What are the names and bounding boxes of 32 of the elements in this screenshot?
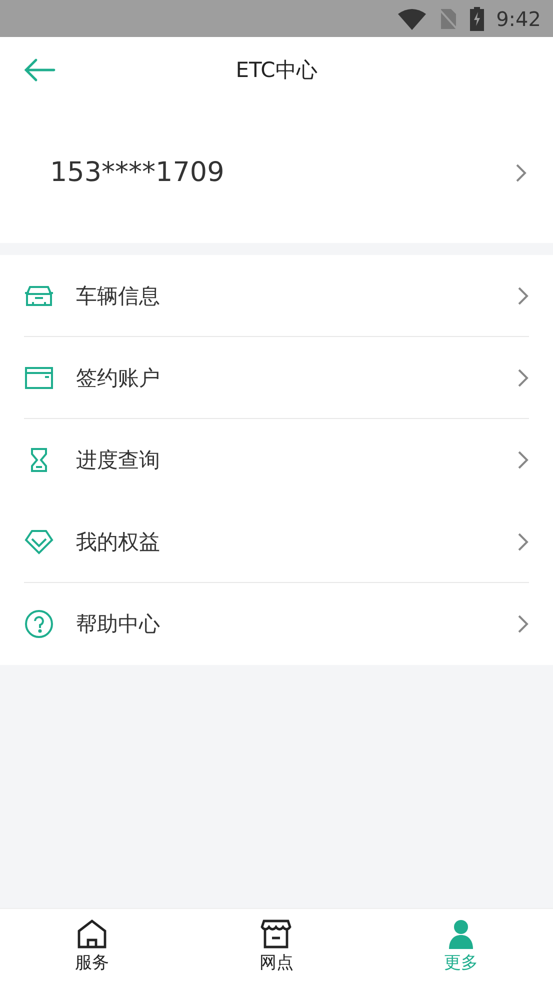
menu-item[interactable]: 帮助中心 (24, 583, 529, 665)
diamond-icon (24, 528, 54, 554)
menu-item[interactable]: 进度查询 (24, 419, 529, 501)
page-title: ETC中心 (236, 56, 318, 84)
menu-item[interactable]: 车辆信息 (24, 255, 529, 337)
chevron-right-icon (517, 286, 529, 306)
card-icon (24, 366, 54, 390)
wifi-icon (398, 8, 426, 30)
battery-icon (470, 6, 484, 30)
chevron-right-icon (515, 162, 527, 182)
nav-tab[interactable]: 服务 (0, 909, 184, 983)
menu-label: 车辆信息 (76, 282, 161, 310)
chevron-right-icon (517, 450, 529, 470)
no-sim-icon (438, 8, 458, 30)
menu-item[interactable]: 签约账户 (24, 337, 529, 419)
car-icon (24, 284, 54, 308)
account-row[interactable]: 153****1709 (0, 102, 553, 243)
menu-label: 帮助中心 (76, 610, 161, 638)
home-icon (76, 918, 108, 948)
status-time: 9:42 (496, 6, 541, 30)
menu-label: 我的权益 (76, 528, 161, 556)
chevron-right-icon (517, 532, 529, 552)
menu-item[interactable]: 我的权益 (24, 501, 529, 583)
nav-tab[interactable]: 网点 (184, 909, 369, 983)
chevron-right-icon (517, 614, 529, 634)
menu-label: 进度查询 (76, 446, 161, 474)
phone-number: 153****1709 (50, 157, 224, 188)
help-icon (24, 608, 54, 638)
chevron-right-icon (517, 368, 529, 388)
store-icon (260, 918, 292, 948)
hourglass-icon (29, 446, 49, 472)
menu-label: 签约账户 (76, 364, 161, 392)
